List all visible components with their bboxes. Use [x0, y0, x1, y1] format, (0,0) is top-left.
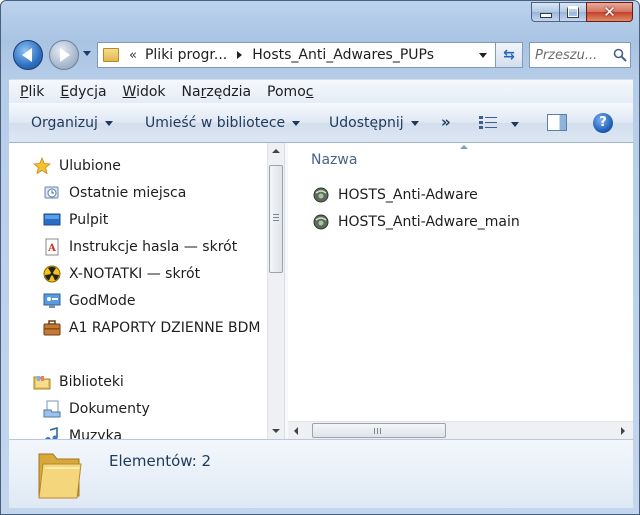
file-list-horizontal-scrollbar[interactable] — [288, 421, 633, 439]
maximize-icon — [567, 6, 579, 18]
preview-pane-icon[interactable] — [547, 114, 567, 131]
caption-buttons: ✕ — [531, 2, 633, 22]
view-details-icon[interactable] — [479, 115, 497, 130]
menu-file[interactable]: Plik — [11, 84, 51, 100]
forward-arrow-icon — [60, 48, 70, 62]
file-name: HOSTS_Anti-Adware — [338, 187, 478, 203]
nav-label: Dokumenty — [69, 401, 150, 417]
nav-item-documents[interactable]: Dokumenty — [43, 400, 150, 418]
include-in-library-label: Umieść w bibliotece — [145, 115, 286, 131]
minimize-button[interactable] — [531, 2, 559, 22]
include-in-library-button[interactable]: Umieść w bibliotece — [145, 115, 301, 131]
close-button[interactable]: ✕ — [586, 2, 633, 22]
navigation-pane: Ulubione Ostatnie miejsca Pulpit A Instr… — [9, 143, 267, 439]
column-header-name[interactable]: Nazwa — [311, 152, 357, 168]
nav-label: Instrukcje hasla — skrót — [69, 239, 238, 255]
share-button[interactable]: Udostępnij — [329, 115, 419, 131]
view-options-dropdown[interactable] — [511, 122, 519, 127]
scroll-down-arrow-icon[interactable] — [272, 429, 280, 433]
scroll-up-arrow-icon[interactable] — [272, 149, 280, 153]
menu-tools[interactable]: Narzędzia — [173, 84, 259, 100]
nav-item-godmode[interactable]: GodMode — [43, 292, 135, 310]
nav-item-music[interactable]: Muzyka — [43, 427, 122, 439]
search-input[interactable] — [535, 47, 613, 63]
scrollbar-thumb[interactable] — [269, 165, 283, 273]
address-bar[interactable]: « Pliki progr... Hosts_Anti_Adwares_PUPs — [97, 42, 496, 68]
control-panel-icon — [43, 292, 61, 310]
radiation-icon — [43, 265, 61, 283]
menu-bar: Plik Edycja Widok Narzędzia Pomoc — [9, 79, 633, 103]
scroll-right-arrow-icon[interactable] — [621, 427, 625, 435]
refresh-button[interactable]: ⇆ — [496, 42, 523, 68]
svg-text:A: A — [47, 243, 56, 254]
forward-button[interactable] — [49, 40, 79, 70]
file-item[interactable]: HOSTS_Anti-Adware_main — [312, 214, 520, 230]
navigation-row: « Pliki progr... Hosts_Anti_Adwares_PUPs… — [11, 39, 631, 75]
navigation-pane-scrollbar[interactable] — [267, 143, 284, 439]
breadcrumb-segment[interactable]: Hosts_Anti_Adwares_PUPs — [252, 47, 434, 63]
nav-label: X-NOTATKI — skrót — [69, 266, 201, 282]
close-icon: ✕ — [603, 2, 616, 21]
back-button[interactable] — [13, 40, 43, 70]
details-pane: Elementów: 2 — [9, 439, 633, 508]
back-arrow-icon — [22, 48, 32, 62]
maximize-button[interactable] — [559, 2, 586, 22]
menu-view[interactable]: Widok — [114, 84, 173, 100]
nav-item-recent-places[interactable]: Ostatnie miejsca — [43, 184, 186, 202]
chevron-down-icon — [104, 120, 113, 126]
document-shortcut-icon: A — [43, 238, 61, 256]
nav-label: Muzyka — [69, 428, 123, 439]
chevron-down-icon — [292, 120, 301, 126]
recent-pages-dropdown[interactable] — [83, 51, 91, 56]
menu-help[interactable]: Pomoc — [258, 84, 320, 100]
documents-library-icon — [43, 400, 61, 418]
briefcase-icon — [43, 319, 61, 337]
refresh-icon: ⇆ — [503, 47, 515, 63]
search-box[interactable] — [529, 42, 631, 68]
nav-item-favorites[interactable]: Ulubione — [33, 157, 121, 175]
batch-file-icon — [313, 214, 329, 230]
music-library-icon — [43, 427, 61, 439]
explorer-window: ✕ « Pliki progr... Hosts_Anti_Adwares_PU… — [0, 0, 640, 515]
search-icon[interactable] — [613, 48, 627, 62]
breadcrumb-separator-icon[interactable] — [237, 51, 243, 59]
address-dropdown-button[interactable] — [479, 53, 487, 58]
minimize-icon — [539, 12, 552, 18]
libraries-icon — [33, 373, 51, 391]
share-label: Udostępnij — [329, 115, 404, 131]
batch-file-icon — [313, 187, 329, 203]
toolbar-overflow-button[interactable]: » — [441, 113, 451, 131]
help-icon[interactable]: ? — [593, 113, 613, 133]
recent-places-icon — [43, 184, 61, 202]
nav-item-libraries[interactable]: Biblioteki — [33, 373, 124, 391]
organize-button[interactable]: Organizuj — [31, 115, 113, 131]
nav-label: Ulubione — [59, 158, 121, 174]
nav-item-instructions-shortcut[interactable]: A Instrukcje hasla — skrót — [43, 238, 237, 256]
nav-label: Biblioteki — [59, 374, 124, 390]
file-name: HOSTS_Anti-Adware_main — [338, 214, 520, 230]
organize-label: Organizuj — [31, 115, 98, 131]
sort-ascending-icon — [460, 145, 468, 149]
scroll-left-arrow-icon[interactable] — [294, 427, 298, 435]
address-overflow-button[interactable]: « — [129, 48, 137, 63]
menu-edit[interactable]: Edycja — [51, 84, 113, 100]
desktop-icon — [43, 211, 61, 229]
folder-icon — [103, 48, 119, 62]
chevron-down-icon — [410, 120, 419, 126]
star-icon — [33, 157, 51, 175]
command-bar: Organizuj Umieść w bibliotece Udostępnij… — [9, 103, 633, 143]
nav-item-desktop[interactable]: Pulpit — [43, 211, 108, 229]
nav-label: Ostatnie miejsca — [69, 185, 187, 201]
nav-item-reports[interactable]: A1 RAPORTY DZIENNE BDM — [43, 319, 260, 337]
folder-icon — [38, 453, 82, 499]
nav-item-notes-shortcut[interactable]: X-NOTATKI — skrót — [43, 265, 200, 283]
breadcrumb-segment[interactable]: Pliki progr... — [145, 47, 227, 63]
nav-label: A1 RAPORTY DZIENNE BDM — [69, 320, 261, 336]
file-list-pane: Nazwa HOSTS_Anti-Adware HOSTS_Anti-Adwar… — [288, 143, 633, 421]
nav-label: GodMode — [69, 293, 136, 309]
file-item[interactable]: HOSTS_Anti-Adware — [312, 187, 478, 203]
item-count: Elementów: 2 — [109, 452, 212, 470]
scrollbar-thumb[interactable] — [312, 423, 446, 438]
nav-label: Pulpit — [69, 212, 109, 228]
